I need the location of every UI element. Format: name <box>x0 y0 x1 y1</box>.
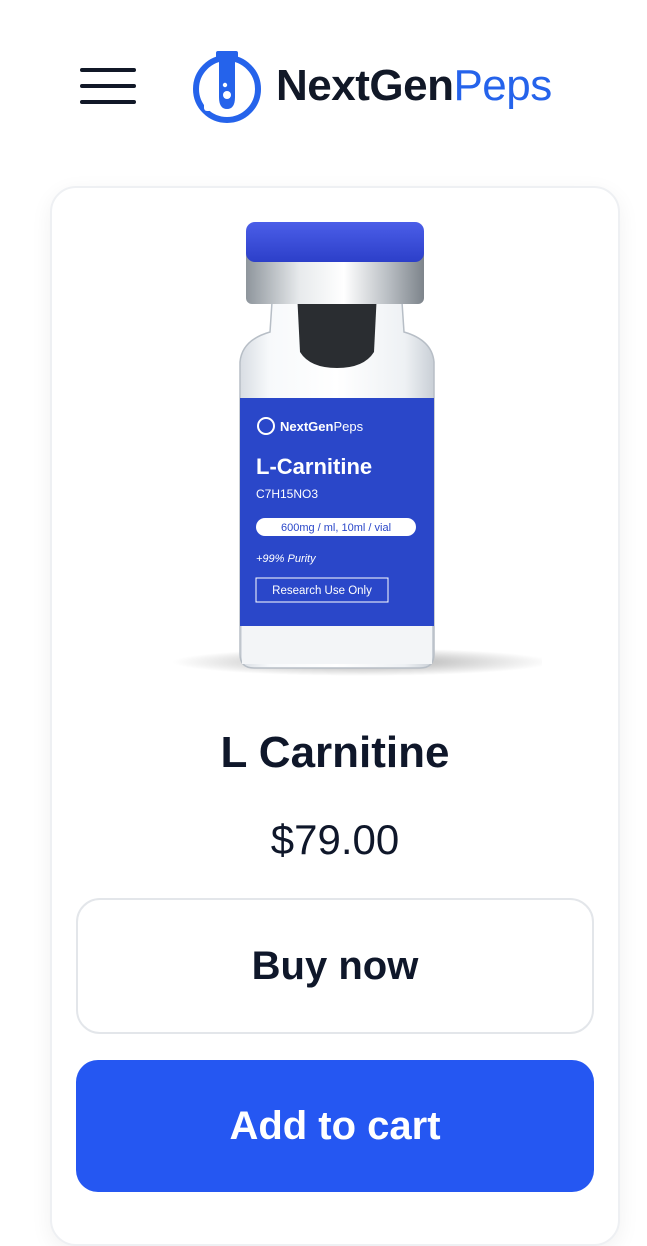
product-card: NextGenPeps L-Carnitine C7H15NO3 600mg /… <box>50 186 620 1246</box>
product-price: $79.00 <box>270 816 400 863</box>
label-dosage: 600mg / ml, 10ml / vial <box>281 522 391 534</box>
site-logo[interactable]: NextGenPeps <box>190 48 552 124</box>
product-image[interactable]: NextGenPeps L-Carnitine C7H15NO3 600mg /… <box>142 192 542 712</box>
label-brand: NextGenPeps <box>280 419 364 434</box>
vial-powder <box>242 626 432 664</box>
test-tube-logo-icon <box>193 51 261 123</box>
label-research: Research Use Only <box>272 585 372 597</box>
vial-cap <box>246 222 424 262</box>
product-title[interactable]: L Carnitine <box>52 728 618 778</box>
hamburger-line-top <box>80 68 136 72</box>
hamburger-line-bottom <box>80 100 136 104</box>
hamburger-menu-button[interactable] <box>80 66 136 106</box>
add-to-cart-button[interactable]: Add to cart <box>76 1060 594 1192</box>
label-formula: C7H15NO3 <box>256 487 318 501</box>
logo-text-bold: NextGen <box>276 61 454 110</box>
site-header: NextGenPeps <box>0 0 647 175</box>
hamburger-line-middle <box>80 84 136 88</box>
logo-wordmark: NextGenPeps <box>276 64 552 108</box>
label-title: L-Carnitine <box>256 454 372 479</box>
label-purity: +99% Purity <box>256 553 317 565</box>
buy-now-button[interactable]: Buy now <box>76 898 594 1034</box>
logo-text-light: Peps <box>453 61 552 110</box>
